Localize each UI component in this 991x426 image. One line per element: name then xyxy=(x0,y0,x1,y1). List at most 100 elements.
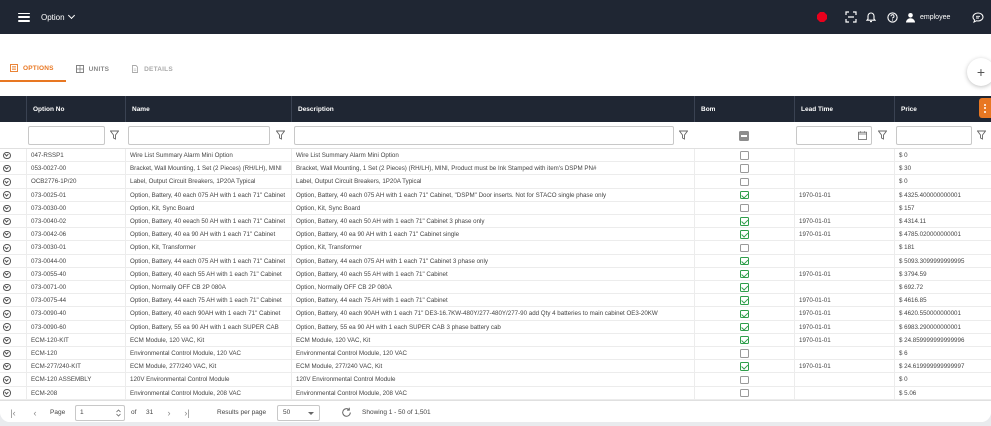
page-input[interactable]: 1 xyxy=(75,405,125,421)
table-row[interactable]: 073-0071-00 Option, Normally OFF CB 2P 08… xyxy=(0,281,991,295)
table-row[interactable]: ECM-120 Environmental Control Module, 120… xyxy=(0,347,991,361)
refresh-icon[interactable] xyxy=(341,407,352,418)
table-row[interactable]: 073-0055-40 Option, Battery, 40 each 55 A… xyxy=(0,267,991,281)
table-row[interactable]: 073-0030-01 Option, Kit, Transformer Optio… xyxy=(0,241,991,255)
bom-checkbox[interactable] xyxy=(740,309,749,319)
last-page-icon[interactable]: ›| xyxy=(182,407,192,419)
bom-checkbox[interactable] xyxy=(740,388,749,398)
cell-description: Option, Battery, 40 each 90AH with 1 eac… xyxy=(291,307,694,321)
filter-icon[interactable] xyxy=(679,130,688,140)
table-row[interactable]: 053-0027-00 Bracket, Wall Mounting, 1 Set… xyxy=(0,162,991,176)
bom-checkbox[interactable] xyxy=(740,362,749,371)
table-row[interactable]: 073-0075-44 Option, Battery, 44 each 75 A… xyxy=(0,294,991,308)
expand-row-icon[interactable] xyxy=(3,257,11,265)
header-name[interactable]: Name xyxy=(125,96,291,122)
expand-row-icon[interactable] xyxy=(3,217,11,226)
bom-checkbox[interactable] xyxy=(740,151,749,160)
expand-row-icon[interactable] xyxy=(3,310,11,318)
lead-time-filter-input[interactable] xyxy=(796,126,872,145)
bom-checkbox[interactable] xyxy=(740,283,749,292)
description-filter-input[interactable] xyxy=(294,126,674,145)
expand-row-icon[interactable] xyxy=(3,362,11,371)
results-per-page-select[interactable]: 50 xyxy=(277,405,320,421)
record-icon[interactable] xyxy=(814,9,830,25)
bom-checkbox[interactable] xyxy=(740,177,749,187)
header-description[interactable]: Description xyxy=(291,96,694,122)
table-row[interactable]: ECM-277/240-KIT ECM Module, 277/240 VAC, … xyxy=(0,360,991,374)
filter-icon[interactable] xyxy=(878,130,887,140)
table-row[interactable]: ECM-120-KIT ECM Module, 120 VAC, Kit ECM M… xyxy=(0,333,991,347)
bom-checkbox[interactable] xyxy=(740,349,749,358)
table-row[interactable]: 073-0025-01 Option, Battery, 40 each 075 … xyxy=(0,188,991,202)
expand-row-icon[interactable] xyxy=(3,323,11,331)
add-button[interactable]: + xyxy=(967,58,991,86)
chat-icon[interactable] xyxy=(970,9,986,25)
calendar-icon[interactable] xyxy=(858,131,867,140)
header-option-no[interactable]: Option No xyxy=(26,96,125,122)
table-row[interactable]: 073-0090-40 Option, Battery, 40 each 90AH… xyxy=(0,307,991,321)
expand-row-icon[interactable] xyxy=(3,376,11,384)
tab-units[interactable]: UNITS xyxy=(66,56,122,82)
tab-options[interactable]: OPTIONS xyxy=(0,56,66,82)
bom-checkbox[interactable] xyxy=(740,296,749,305)
grid-menu-button[interactable] xyxy=(979,98,991,118)
expand-row-icon[interactable] xyxy=(3,349,11,358)
bom-checkbox[interactable] xyxy=(740,322,749,332)
bom-checkbox[interactable] xyxy=(740,230,749,239)
filter-icon[interactable] xyxy=(276,130,285,140)
bom-checkbox[interactable] xyxy=(740,203,749,213)
expand-row-icon[interactable] xyxy=(3,178,11,186)
bom-checkbox[interactable] xyxy=(740,335,749,345)
price-filter-input[interactable] xyxy=(896,126,972,145)
next-page-icon[interactable]: › xyxy=(164,407,174,419)
option-no-filter-input[interactable] xyxy=(28,126,105,145)
header-bom[interactable]: Bom xyxy=(694,96,794,122)
table-row[interactable]: 073-0030-00 Option, Kit, Sync Board Option… xyxy=(0,201,991,215)
expand-row-icon[interactable] xyxy=(3,296,11,305)
header-lead-time[interactable]: Lead Time xyxy=(794,96,894,122)
bom-checkbox[interactable] xyxy=(740,269,749,279)
scan-icon[interactable] xyxy=(843,9,859,25)
table-row[interactable]: 073-0040-02 Option, Battery, 40 eeach 50 … xyxy=(0,215,991,229)
table-row[interactable]: 047-RSSP1 Wire List Summary Alarm Mini Op… xyxy=(0,149,991,163)
filter-icon[interactable] xyxy=(110,130,119,140)
table-row[interactable]: ECM-208 Environmental Control Module, 208… xyxy=(0,386,991,400)
table-row[interactable]: OCB2776-1P/20 Label, Output Circuit Break… xyxy=(0,175,991,189)
cell-option-no: 047-RSSP1 xyxy=(26,149,125,163)
menu-icon[interactable] xyxy=(18,12,30,22)
expand-row-icon[interactable] xyxy=(3,230,11,239)
bom-checkbox[interactable] xyxy=(740,375,749,385)
cell-name: Wire List Summary Alarm Mini Option xyxy=(125,149,291,163)
name-filter-input[interactable] xyxy=(128,126,270,145)
user-menu[interactable]: employee xyxy=(905,9,965,25)
expand-row-icon[interactable] xyxy=(3,389,11,397)
previous-page-icon[interactable]: ‹ xyxy=(30,407,40,419)
help-icon[interactable] xyxy=(884,9,900,25)
expand-row-icon[interactable] xyxy=(3,244,11,252)
bell-icon[interactable] xyxy=(864,9,878,25)
header-price[interactable]: Price xyxy=(894,96,991,122)
expand-row-icon[interactable] xyxy=(3,164,11,173)
tab-details[interactable]: DETAILS xyxy=(121,56,185,82)
expand-row-icon[interactable] xyxy=(3,191,11,199)
bom-checkbox[interactable] xyxy=(740,256,749,266)
first-page-icon[interactable]: |‹ xyxy=(8,407,18,419)
expand-row-icon[interactable] xyxy=(3,270,11,279)
table-row[interactable]: 073-0042-06 Option, Battery, 40 ea 90 AH … xyxy=(0,228,991,242)
expand-row-icon[interactable] xyxy=(3,151,11,160)
filter-icon[interactable] xyxy=(977,130,986,140)
table-row[interactable]: 073-0044-00 Option, Battery, 44 each 075 … xyxy=(0,254,991,268)
bom-checkbox[interactable] xyxy=(740,217,749,226)
table-row[interactable]: 073-0090-60 Option, Battery, 55 ea 90 AH … xyxy=(0,320,991,334)
bom-checkbox[interactable] xyxy=(740,190,749,200)
expand-row-icon[interactable] xyxy=(3,283,11,292)
bom-filter-checkbox[interactable] xyxy=(739,131,749,141)
expand-row-icon[interactable] xyxy=(3,204,11,213)
app-switcher[interactable]: Option xyxy=(41,11,75,22)
plus-icon: + xyxy=(976,64,986,80)
table-row[interactable]: ECM-120 ASSEMBLY 120V Environmental Contr… xyxy=(0,373,991,387)
bom-checkbox[interactable] xyxy=(740,243,749,253)
cell-name: Option, Kit, Transformer xyxy=(125,241,291,255)
bom-checkbox[interactable] xyxy=(740,164,749,173)
expand-row-icon[interactable] xyxy=(3,336,11,345)
